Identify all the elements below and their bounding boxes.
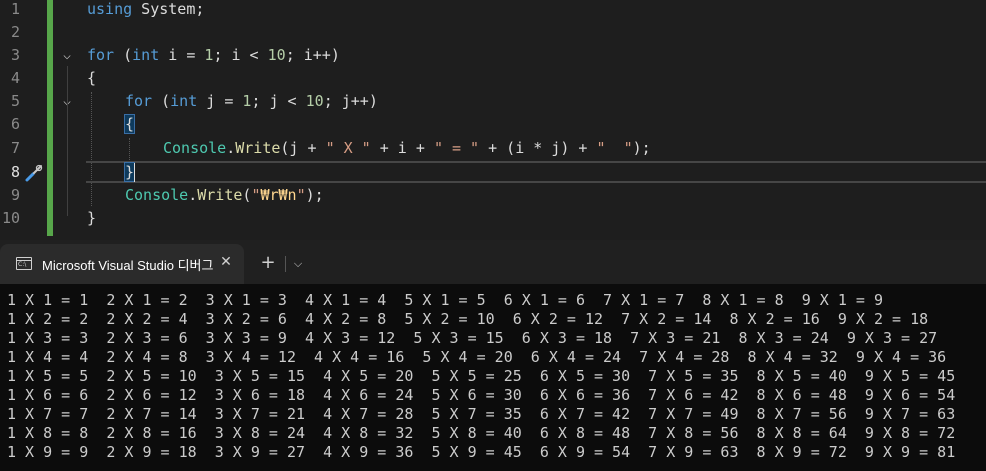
number-literal: 10 [267,46,286,64]
matched-brace: { [123,114,136,134]
code-text: (j + [280,139,326,157]
line-number: 4 [10,69,20,87]
tab-title: Microsoft Visual Studio 디버그 [42,258,214,273]
code-text: ( [114,46,133,64]
output-line: 1 X 1 = 1 2 X 1 = 2 3 X 1 = 3 4 X 1 = 4 … [7,291,883,309]
output-line: 1 X 5 = 5 2 X 5 = 10 3 X 5 = 15 4 X 5 = … [7,367,956,385]
output-line: 1 X 4 = 4 2 X 4 = 8 3 X 4 = 12 4 X 4 = 1… [7,348,947,366]
code-text: + i + [370,139,434,157]
code-line-9: Console.Write("₩r₩n"); [125,184,324,207]
output-line: 1 X 8 = 8 2 X 8 = 16 3 X 8 = 24 4 X 8 = … [7,424,956,442]
code-text: ( [152,92,171,110]
escape-sequence: ₩r₩n [260,186,297,204]
line-number: 3 [10,46,20,64]
string-literal: " = " [433,139,480,157]
output-line: 1 X 6 = 6 2 X 6 = 12 3 X 6 = 18 4 X 6 = … [7,386,956,404]
code-editor[interactable]: 1 2 3 4 5 6 7 8 9 10 ⌵ ⌵ using System; f… [0,0,986,236]
line-number: 10 [1,209,20,227]
code-text: . [188,186,198,204]
code-text: ; j < [251,92,306,110]
string-literal: " " [596,139,633,157]
close-icon[interactable]: ✕ [217,253,235,271]
terminal-tab[interactable]: C:\ Microsoft Visual Studio 디버그 ✕ [0,244,244,284]
matched-brace: } [123,162,136,182]
code-text: + (i * j) + [479,139,597,157]
new-tab-button[interactable]: + [258,254,278,274]
outline-guide [67,180,68,181]
type-name: Console [163,139,227,157]
code-text: ; i++) [285,46,340,64]
output-line: 1 X 3 = 3 2 X 3 = 6 3 X 3 = 9 4 X 3 = 12… [7,329,938,347]
line-number: 5 [10,92,20,110]
code-line-5: for (int j = 1; j < 10; j++) [125,90,378,113]
outline-guide [67,66,68,216]
code-line-6: { [123,113,136,136]
line-number: 6 [10,115,20,133]
line-number: 2 [10,23,20,41]
indent-guide [129,138,130,160]
code-line-8: } [123,161,136,184]
code-text: ; i < [213,46,268,64]
keyword: for [125,92,153,110]
chevron-down-icon[interactable]: ⌵ [60,49,74,63]
line-number: 8 [10,163,20,181]
output-line: 1 X 9 = 9 2 X 9 = 18 3 X 9 = 27 4 X 9 = … [7,443,956,461]
number-literal: 10 [305,92,324,110]
output-line: 1 X 7 = 7 2 X 7 = 14 3 X 7 = 21 4 X 7 = … [7,405,956,423]
code-text: . [226,139,236,157]
line-number: 1 [10,0,20,18]
text-caret [134,163,135,182]
method-name: Write [197,186,243,204]
string-literal: " X " [325,139,371,157]
change-tracking-bar [47,0,53,236]
code-text: { [87,69,97,87]
code-line-7: Console.Write(j + " X " + i + " = " + (i… [163,137,651,160]
code-text: } [87,209,97,227]
divider [285,256,286,272]
line-number-gutter: 1 2 3 4 5 6 7 8 9 10 [0,0,46,236]
code-text: i = [159,46,205,64]
code-line-1: using System; [87,0,204,21]
code-text: ); [305,186,324,204]
line-number: 9 [10,186,20,204]
indent-guide [91,92,92,206]
line-number: 7 [10,139,20,157]
output-line: 1 X 2 = 2 2 X 2 = 4 3 X 2 = 6 4 X 2 = 8 … [7,310,929,328]
method-name: Write [235,139,281,157]
string-literal: " [296,186,306,204]
code-text: ; j++) [323,92,378,110]
keyword: int [132,46,160,64]
console-icon: C:\ [16,257,32,270]
code-line-3: for (int i = 1; i < 10; i++) [87,44,340,67]
terminal-tab-bar: C:\ Microsoft Visual Studio 디버그 ✕ + ⌵ [0,240,986,284]
keyword: for [87,46,115,64]
code-line-10: } [87,207,96,230]
code-text: ); [632,139,651,157]
type-name: Console [125,186,189,204]
keyword: using [87,0,133,18]
code-text: System; [132,0,205,18]
code-text: j = [197,92,243,110]
current-line-highlight [86,161,986,183]
code-line-4: { [87,67,96,90]
chevron-down-icon[interactable]: ⌵ [290,255,306,273]
console-output[interactable]: 1 X 1 = 1 2 X 1 = 2 3 X 1 = 3 4 X 1 = 4 … [0,284,986,471]
keyword: int [170,92,198,110]
screwdriver-icon[interactable] [24,163,44,183]
